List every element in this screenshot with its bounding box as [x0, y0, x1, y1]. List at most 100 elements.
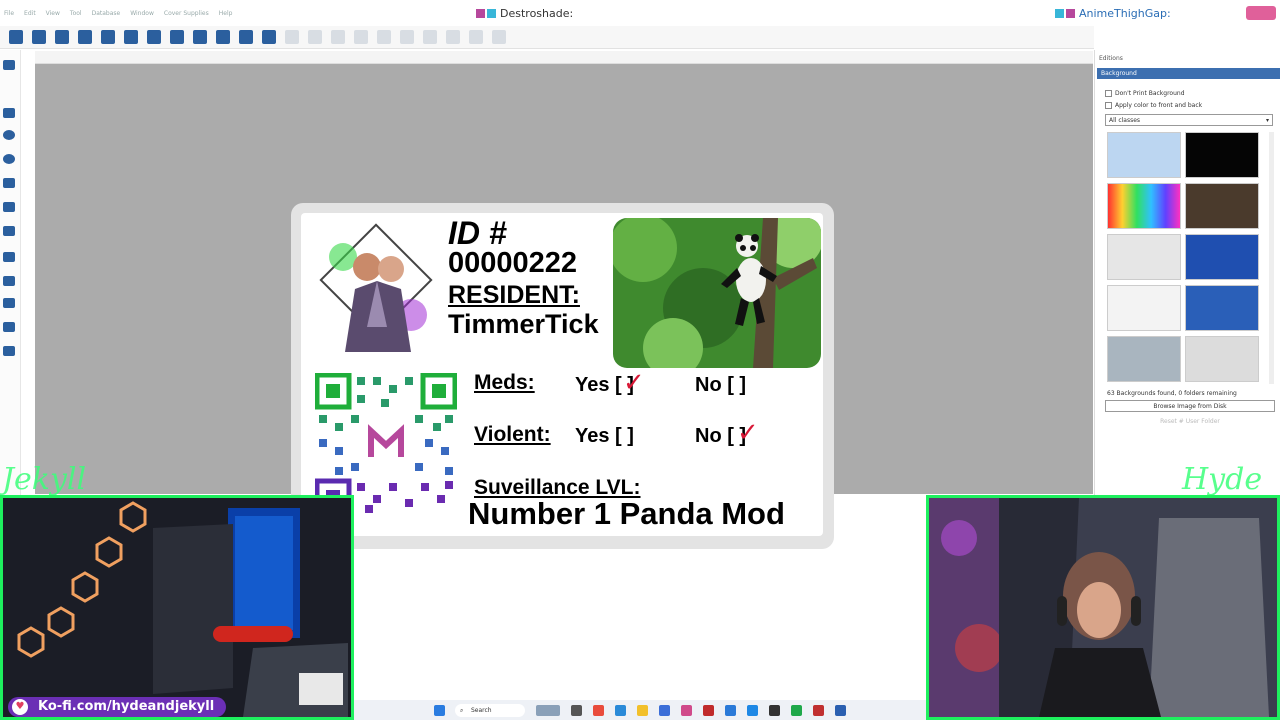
class-select[interactable]: All classes ▾	[1105, 114, 1273, 126]
search-icon: ⌕	[460, 706, 464, 714]
group-icon[interactable]	[262, 30, 276, 44]
reset-user-folder-button[interactable]: Reset # User Folder	[1105, 416, 1275, 428]
checkbox-icon[interactable]	[1105, 90, 1112, 97]
taskbar-search[interactable]: ⌕ Search	[455, 703, 525, 717]
zoom-out-icon[interactable]	[216, 30, 230, 44]
menu-cover-supplies[interactable]: Cover Supplies	[164, 10, 209, 24]
resident-name: TimmerTick	[448, 309, 599, 339]
checkbox-icon[interactable]	[1105, 102, 1112, 109]
app-icon-5[interactable]	[747, 704, 758, 716]
app-icon-7[interactable]	[791, 704, 802, 716]
background-thumb-black[interactable]	[1185, 132, 1259, 178]
menu-bar: File Edit View Tool Database Window Cove…	[0, 10, 232, 24]
background-thumb-pens[interactable]	[1185, 336, 1259, 382]
app-icon-2[interactable]	[681, 704, 692, 716]
background-thumb-blue[interactable]	[1107, 132, 1181, 178]
card-icon[interactable]	[124, 30, 138, 44]
explorer-icon[interactable]	[637, 704, 648, 716]
panel-section-background[interactable]: Background	[1097, 68, 1280, 79]
field-tool-icon[interactable]	[3, 202, 15, 212]
menu-view[interactable]: View	[46, 10, 60, 24]
app-icon-4[interactable]	[725, 704, 736, 716]
date-tool-icon[interactable]	[3, 226, 15, 236]
surveillance-value: Number 1 Panda Mod	[468, 496, 785, 531]
app-logo-icon-4	[1066, 9, 1075, 18]
side-panel: Editions Background Don't Print Backgrou…	[1094, 50, 1280, 495]
text-tool-icon[interactable]	[3, 178, 15, 188]
background-thumb-flowers[interactable]	[1185, 234, 1259, 280]
task-view-icon[interactable]	[571, 704, 582, 716]
overlay-name-left: Jekyll	[2, 462, 87, 497]
app-icon-1[interactable]	[593, 704, 604, 716]
align-bottom-icon[interactable]	[400, 30, 414, 44]
widgets-icon[interactable]	[536, 704, 560, 716]
option-dont-print-background[interactable]: Don't Print Background	[1105, 90, 1185, 97]
violent-label: Violent:	[474, 423, 551, 446]
bring-front-icon[interactable]	[469, 30, 483, 44]
right-title-suffix: :	[1166, 7, 1171, 20]
background-thumb-hand[interactable]	[1107, 234, 1181, 280]
barcode-tool-icon[interactable]	[3, 252, 15, 262]
app-icon-3[interactable]	[703, 704, 714, 716]
ellipse-tool-icon[interactable]	[3, 130, 15, 140]
app-icon-9[interactable]	[835, 704, 846, 716]
signature-tool-icon[interactable]	[3, 346, 15, 356]
menu-database[interactable]: Database	[92, 10, 121, 24]
class-select-value: All classes	[1109, 117, 1141, 124]
background-thumb-truck[interactable]	[1107, 336, 1181, 382]
thumbnail-scrollbar[interactable]	[1269, 132, 1274, 384]
search-label: Search	[471, 706, 492, 714]
save-icon[interactable]	[55, 30, 69, 44]
zoom-fit-icon[interactable]	[239, 30, 253, 44]
windows-start-icon[interactable]	[434, 704, 445, 716]
meds-no: No [ ]	[695, 374, 747, 396]
distribute-h-icon[interactable]	[423, 30, 437, 44]
distribute-v-icon[interactable]	[446, 30, 460, 44]
send-back-icon[interactable]	[492, 30, 506, 44]
right-title: AnimeThighGap:	[1055, 7, 1171, 20]
background-thumb-love[interactable]	[1107, 285, 1181, 331]
window-tab-icon[interactable]	[1246, 6, 1276, 20]
menu-file[interactable]: File	[4, 10, 14, 24]
camera-tool-icon[interactable]	[3, 322, 15, 332]
menu-help[interactable]: Help	[219, 10, 233, 24]
align-top-icon[interactable]	[354, 30, 368, 44]
panel-header: Editions	[1099, 55, 1123, 62]
align-left-icon[interactable]	[285, 30, 299, 44]
edge-icon[interactable]	[615, 704, 626, 716]
open-icon[interactable]	[32, 30, 46, 44]
menu-tool[interactable]: Tool	[70, 10, 82, 24]
chrome-icon[interactable]	[659, 704, 670, 716]
resident-label: RESIDENT:	[448, 281, 580, 309]
id-card[interactable]: ID # 00000222 RESIDENT: TimmerTick Meds:…	[301, 213, 823, 536]
star-tool-icon[interactable]	[3, 154, 15, 164]
background-thumb-gradient[interactable]	[1107, 183, 1181, 229]
background-thumb-wood[interactable]	[1185, 183, 1259, 229]
image-tool-icon[interactable]	[3, 276, 15, 286]
browse-image-button[interactable]: Browse Image from Disk	[1105, 400, 1275, 412]
taskbar: ⌕ Search	[354, 700, 926, 720]
option-apply-color[interactable]: Apply color to front and back	[1105, 102, 1202, 109]
id-number: 00000222	[448, 247, 578, 279]
line-tool-icon[interactable]	[3, 108, 15, 118]
layout-icon[interactable]	[147, 30, 161, 44]
app-icon-8[interactable]	[813, 704, 824, 716]
camera-icon[interactable]	[78, 30, 92, 44]
ruler	[35, 51, 1093, 64]
photo-tool-icon[interactable]	[3, 298, 15, 308]
print-icon[interactable]	[101, 30, 115, 44]
align-center-icon[interactable]	[308, 30, 322, 44]
pointer-tool-icon[interactable]	[3, 60, 15, 70]
app-icon-6[interactable]	[769, 704, 780, 716]
menu-edit[interactable]: Edit	[24, 10, 36, 24]
zoom-in-icon[interactable]	[193, 30, 207, 44]
app-logo-icon-3	[1055, 9, 1064, 18]
menu-window[interactable]: Window	[130, 10, 154, 24]
new-icon[interactable]	[9, 30, 23, 44]
webcam-left	[0, 495, 354, 720]
align-right-icon[interactable]	[331, 30, 345, 44]
align-middle-icon[interactable]	[377, 30, 391, 44]
kofi-link[interactable]: ♥ Ko-fi.com/hydeandjekyll	[8, 697, 227, 717]
background-thumb-notepad[interactable]	[1185, 285, 1259, 331]
list-icon[interactable]	[170, 30, 184, 44]
